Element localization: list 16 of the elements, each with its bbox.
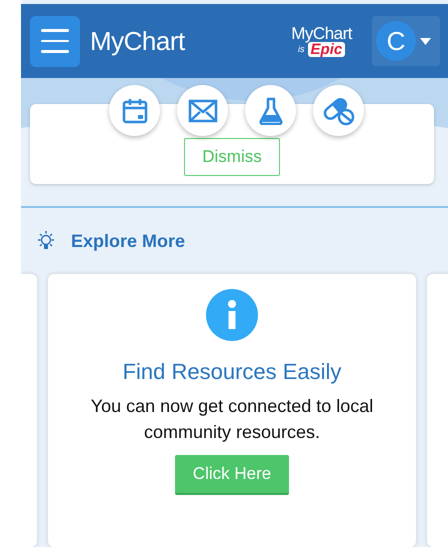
info-icon <box>206 289 258 341</box>
flask-icon <box>258 96 284 124</box>
card-title: Find Resources Easily <box>122 359 342 385</box>
app-logo: MyChart <box>90 26 185 56</box>
lightbulb-icon <box>35 230 57 252</box>
caret-icon <box>420 38 431 44</box>
click-here-button[interactable]: Click Here <box>174 455 290 495</box>
card-text: You can now get connected to local community resources. <box>90 395 374 444</box>
menu-button[interactable] <box>30 16 80 66</box>
dismiss-button[interactable]: Dismiss <box>184 138 280 176</box>
brand-logo: MyChart is Epic <box>291 25 352 57</box>
account-button[interactable]: C <box>372 16 440 66</box>
pills-icon <box>322 96 354 126</box>
section-title: Explore More <box>71 230 186 252</box>
calendar-icon <box>120 96 148 124</box>
envelope-icon <box>188 98 218 122</box>
